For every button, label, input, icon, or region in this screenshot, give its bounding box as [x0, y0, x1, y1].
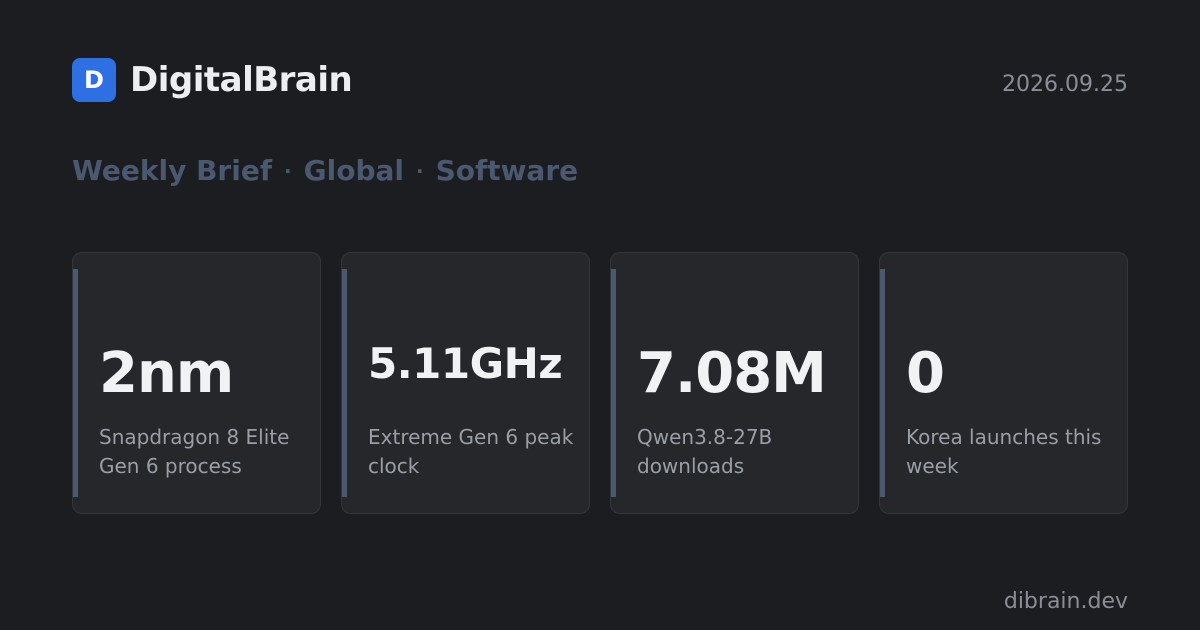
card-accent-bar [880, 269, 885, 497]
site-domain: dibrain.dev [1003, 589, 1128, 614]
stat-label: Extreme Gen 6 peak clock [368, 425, 574, 478]
subtitle: Weekly Brief · Global · Software [72, 154, 578, 187]
card-accent-bar [73, 269, 78, 497]
stat-card: 2nm Snapdragon 8 Elite Gen 6 process [72, 252, 321, 514]
stat-value: 7.08M [637, 341, 827, 406]
stat-card: 0 Korea launches this week [879, 252, 1128, 514]
stat-card: 5.11GHz Extreme Gen 6 peak clock [341, 252, 590, 514]
stat-value: 0 [906, 341, 945, 406]
og-card: D DigitalBrain 2026.09.25 Weekly Brief ·… [0, 0, 1200, 630]
brand-logo-icon: D [72, 58, 116, 102]
stat-value: 2nm [99, 341, 234, 406]
stat-cards: 2nm Snapdragon 8 Elite Gen 6 process 5.1… [72, 252, 1128, 514]
brand: D DigitalBrain [72, 58, 353, 102]
subtitle-separator: · [415, 158, 424, 183]
subtitle-part-topic: Software [435, 154, 579, 187]
publish-date: 2026.09.25 [1002, 72, 1128, 97]
stat-label: Korea launches this week [906, 425, 1102, 478]
stat-value: 5.11GHz [368, 339, 563, 388]
stat-label: Qwen3.8-27B downloads [637, 425, 773, 478]
stat-label: Snapdragon 8 Elite Gen 6 process [99, 425, 290, 478]
card-accent-bar [342, 269, 347, 497]
brand-name: DigitalBrain [130, 60, 353, 100]
subtitle-part-brief: Weekly Brief [72, 154, 273, 187]
card-accent-bar [611, 269, 616, 497]
subtitle-part-region: Global [303, 154, 404, 187]
subtitle-separator: · [284, 158, 292, 183]
stat-card: 7.08M Qwen3.8-27B downloads [610, 252, 859, 514]
